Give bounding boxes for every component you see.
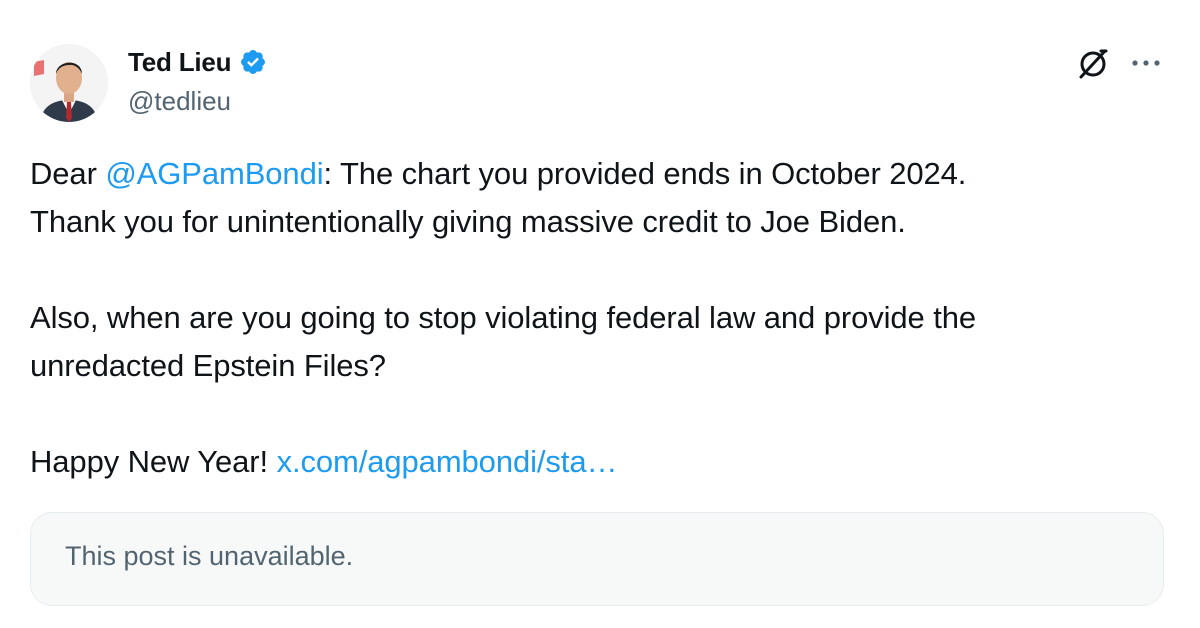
author-name-row: Ted Lieu [128,44,267,80]
post-card: Ted Lieu @tedlieu Dear @AGPamBondi: The … [0,0,1200,628]
post-text: Dear @AGPamBondi: The chart you provided… [30,150,1170,486]
avatar[interactable] [30,44,108,122]
post-text-segment: Thank you for unintentionally giving mas… [30,204,906,239]
post-text-segment: Happy New Year! [30,444,277,479]
more-options-icon[interactable] [1128,50,1164,76]
grok-icon[interactable] [1076,46,1110,80]
author-display-name[interactable]: Ted Lieu [128,47,232,78]
url-link[interactable]: x.com/agpambondi/sta… [277,444,618,479]
post-paragraph-2: Also, when are you going to stop violati… [30,294,1170,390]
mention-link[interactable]: @AGPamBondi [105,156,323,191]
post-paragraph-3: Happy New Year! x.com/agpambondi/sta… [30,438,1170,486]
post-paragraph-1: Dear @AGPamBondi: The chart you provided… [30,150,1170,246]
post-text-segment: : The chart you provided ends in October… [323,156,967,191]
post-text-segment: unredacted Epstein Files? [30,348,386,383]
avatar-image [30,44,108,122]
unavailable-post-message: This post is unavailable. [65,541,354,571]
verified-badge-icon[interactable] [239,48,267,76]
quoted-post-card[interactable]: This post is unavailable. [30,512,1164,606]
author-handle[interactable]: @tedlieu [128,86,231,117]
post-text-segment: Also, when are you going to stop violati… [30,300,976,335]
post-text-segment: Dear [30,156,106,191]
